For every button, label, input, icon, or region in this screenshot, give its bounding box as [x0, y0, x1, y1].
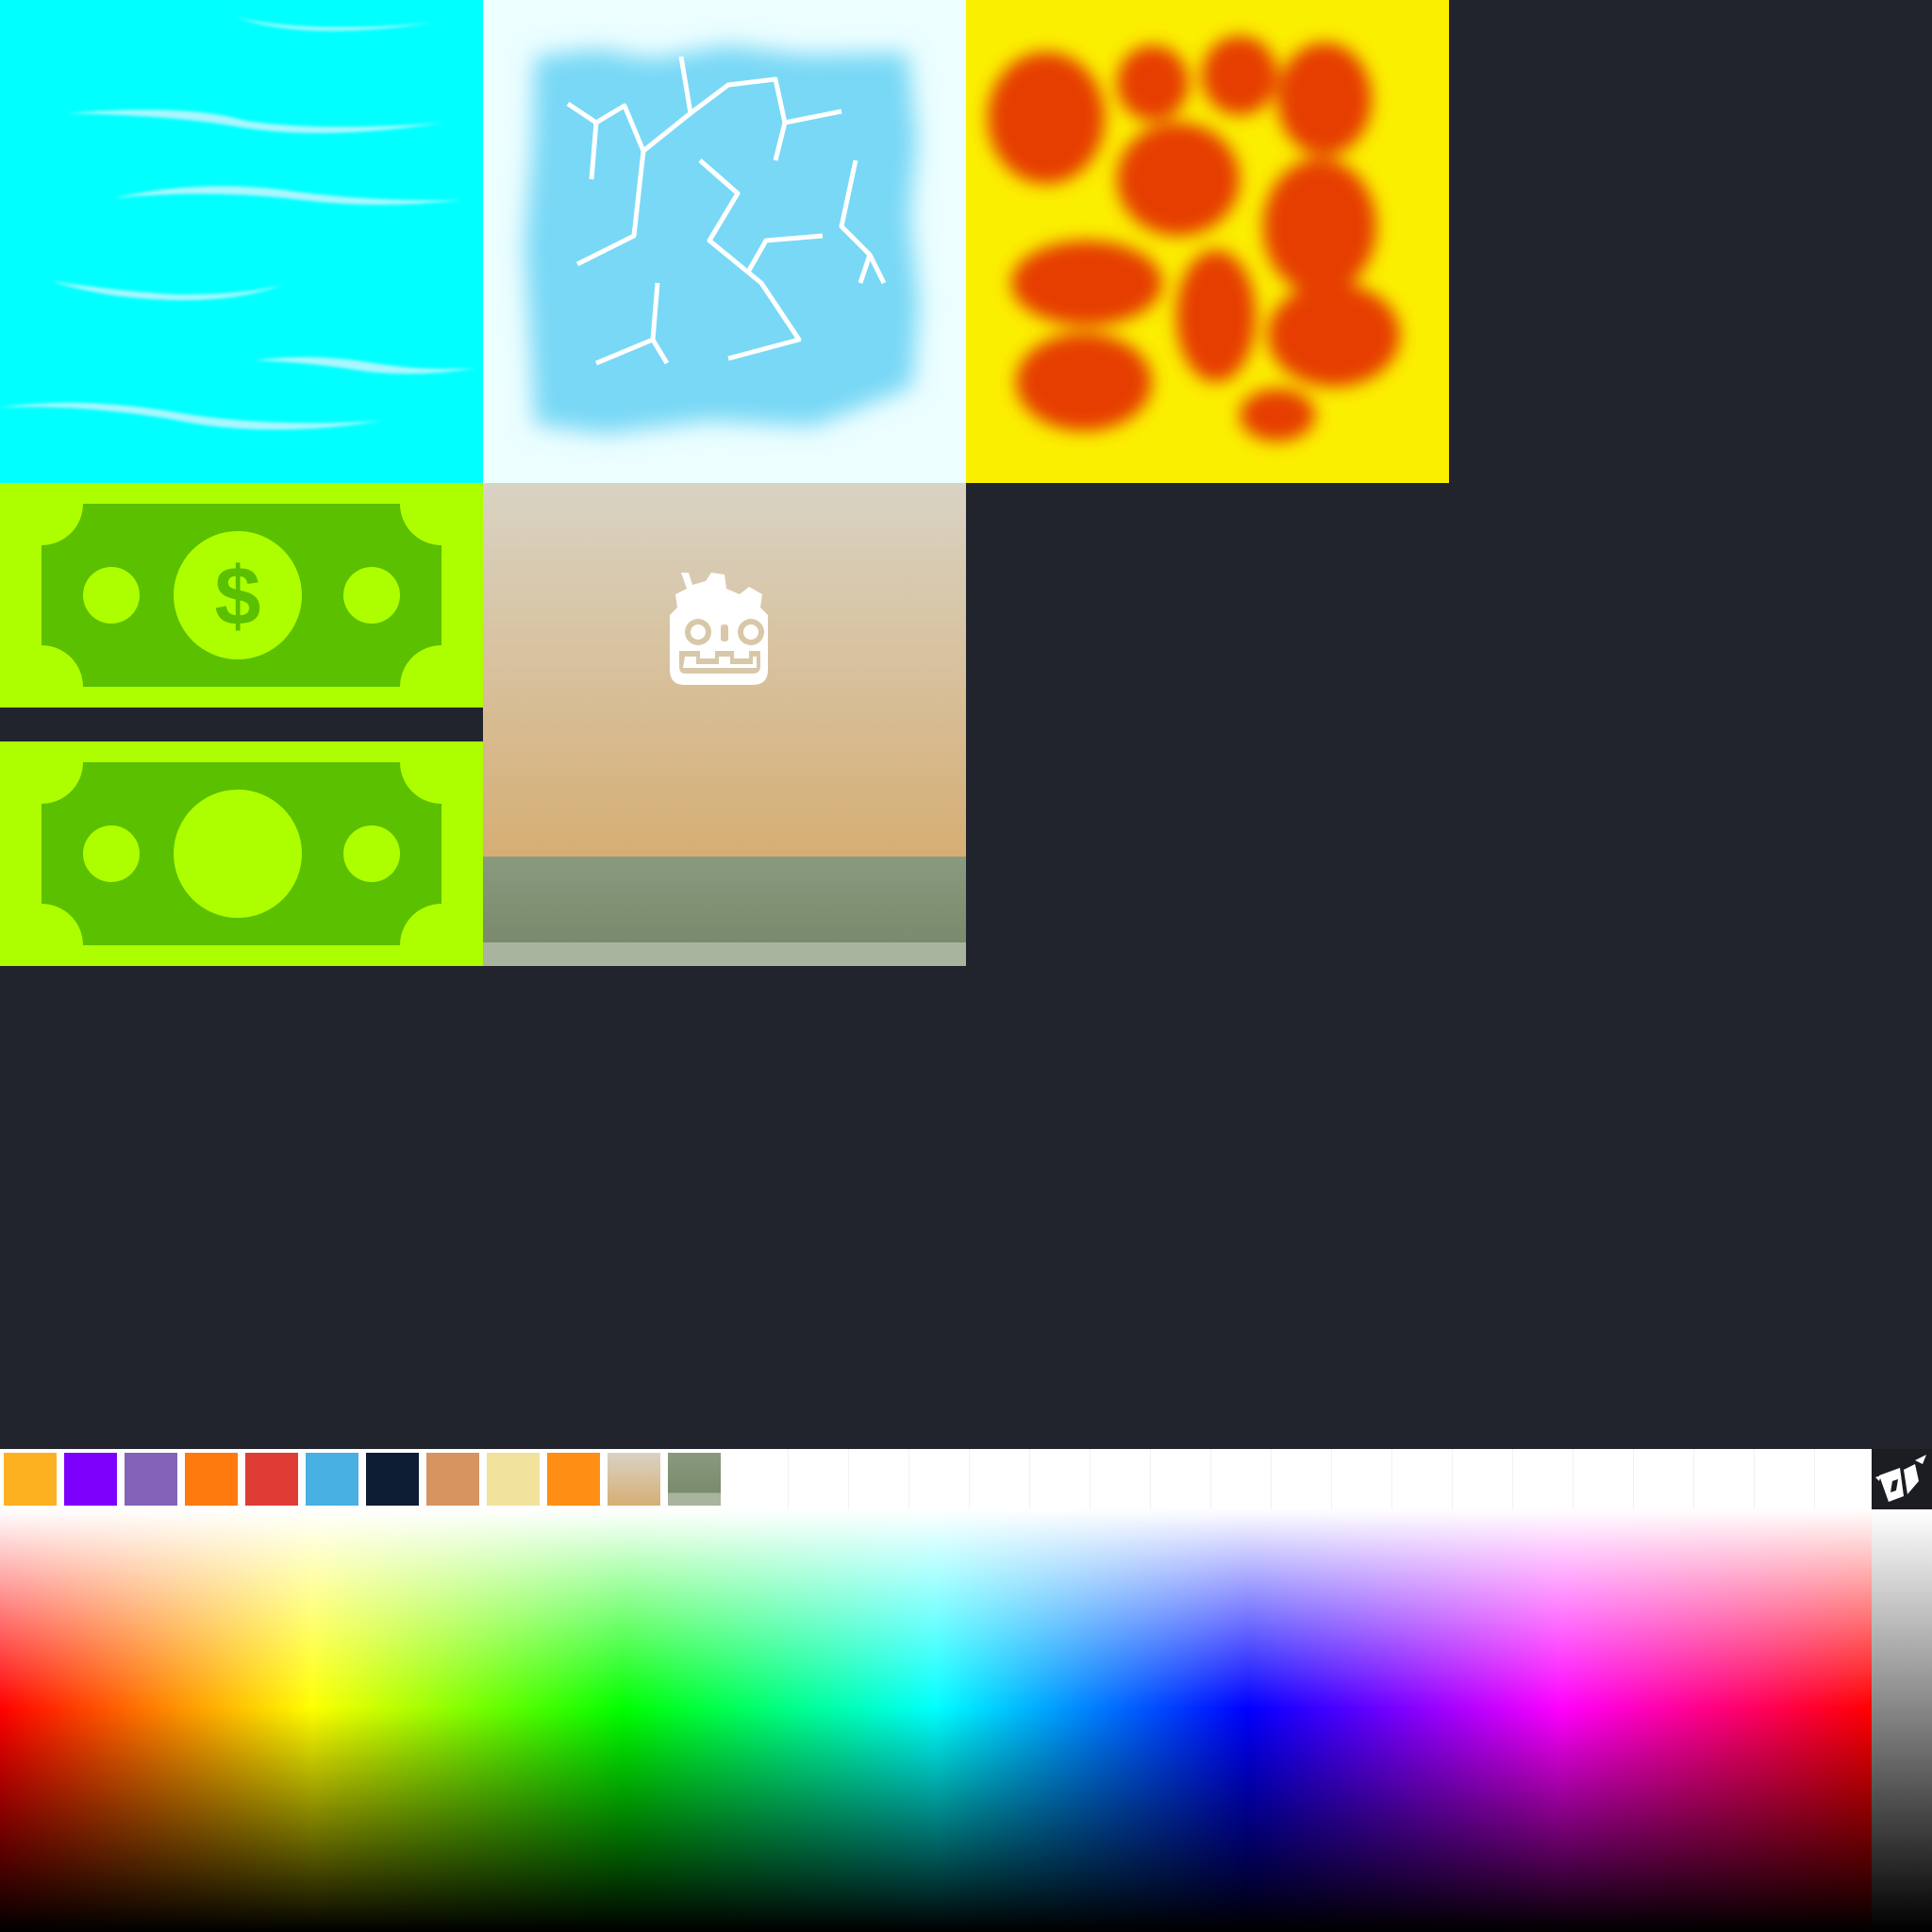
- swatch-sky-gradient[interactable]: [608, 1453, 660, 1506]
- swatch-sky-blue[interactable]: [306, 1453, 358, 1506]
- swatch-empty-slot[interactable]: [1332, 1449, 1392, 1509]
- color-palette: [0, 1449, 1875, 1509]
- origami-bird-logo-icon: [1872, 1449, 1932, 1509]
- swatch-empty-slot[interactable]: [1513, 1449, 1574, 1509]
- swatch-empty-slot[interactable]: [1151, 1449, 1211, 1509]
- swatch-empty-slot[interactable]: [728, 1449, 789, 1509]
- lava-blobs-graphic: [966, 0, 1449, 483]
- ice-texture: [483, 0, 966, 483]
- swatch-lavender[interactable]: [125, 1453, 177, 1506]
- swatch-empty-slot[interactable]: [1634, 1449, 1694, 1509]
- banknote-graphic: [0, 741, 483, 966]
- swatch-orange[interactable]: [185, 1453, 238, 1506]
- swatch-ground-gradient[interactable]: [668, 1453, 721, 1506]
- dollar-sign: $: [215, 549, 261, 642]
- swatch-pale-yellow[interactable]: [487, 1453, 540, 1506]
- swatch-empty-slot[interactable]: [1694, 1449, 1755, 1509]
- swatch-empty-slot[interactable]: [1030, 1449, 1091, 1509]
- swatch-empty-slot[interactable]: [1392, 1449, 1453, 1509]
- swatch-empty-slot[interactable]: [1815, 1449, 1875, 1509]
- color-spectrum-picker[interactable]: [0, 1509, 1872, 1932]
- swatch-violet[interactable]: [64, 1453, 117, 1506]
- swatch-empty-slot[interactable]: [1211, 1449, 1272, 1509]
- grayscale-ramp[interactable]: [1872, 1509, 1932, 1932]
- swatch-empty-slot[interactable]: [1091, 1449, 1151, 1509]
- godot-sky-texture: [483, 483, 966, 966]
- sky-ground-graphic: [483, 483, 966, 966]
- swatch-empty-slot[interactable]: [1272, 1449, 1332, 1509]
- swatch-orange-yellow[interactable]: [4, 1453, 57, 1506]
- lava-texture: [966, 0, 1449, 483]
- swatch-empty-slot[interactable]: [970, 1449, 1030, 1509]
- swatch-navy[interactable]: [366, 1453, 419, 1506]
- swatch-empty-slot[interactable]: [1574, 1449, 1634, 1509]
- banknote-dollar-texture: $: [0, 483, 483, 708]
- swatch-empty-slot[interactable]: [849, 1449, 909, 1509]
- ice-cracks-graphic: [483, 0, 966, 483]
- water-waves-graphic: [0, 0, 483, 483]
- banknote-graphic: $: [0, 483, 483, 708]
- water-texture: [0, 0, 483, 483]
- swatch-amber[interactable]: [547, 1453, 600, 1506]
- swatch-empty-slot[interactable]: [1755, 1449, 1815, 1509]
- swatch-tan[interactable]: [426, 1453, 479, 1506]
- swatch-empty-slot[interactable]: [909, 1449, 970, 1509]
- swatch-red[interactable]: [245, 1453, 298, 1506]
- banknote-blank-texture: [0, 741, 483, 966]
- swatch-empty-slot[interactable]: [789, 1449, 849, 1509]
- swatch-empty-slot[interactable]: [1453, 1449, 1513, 1509]
